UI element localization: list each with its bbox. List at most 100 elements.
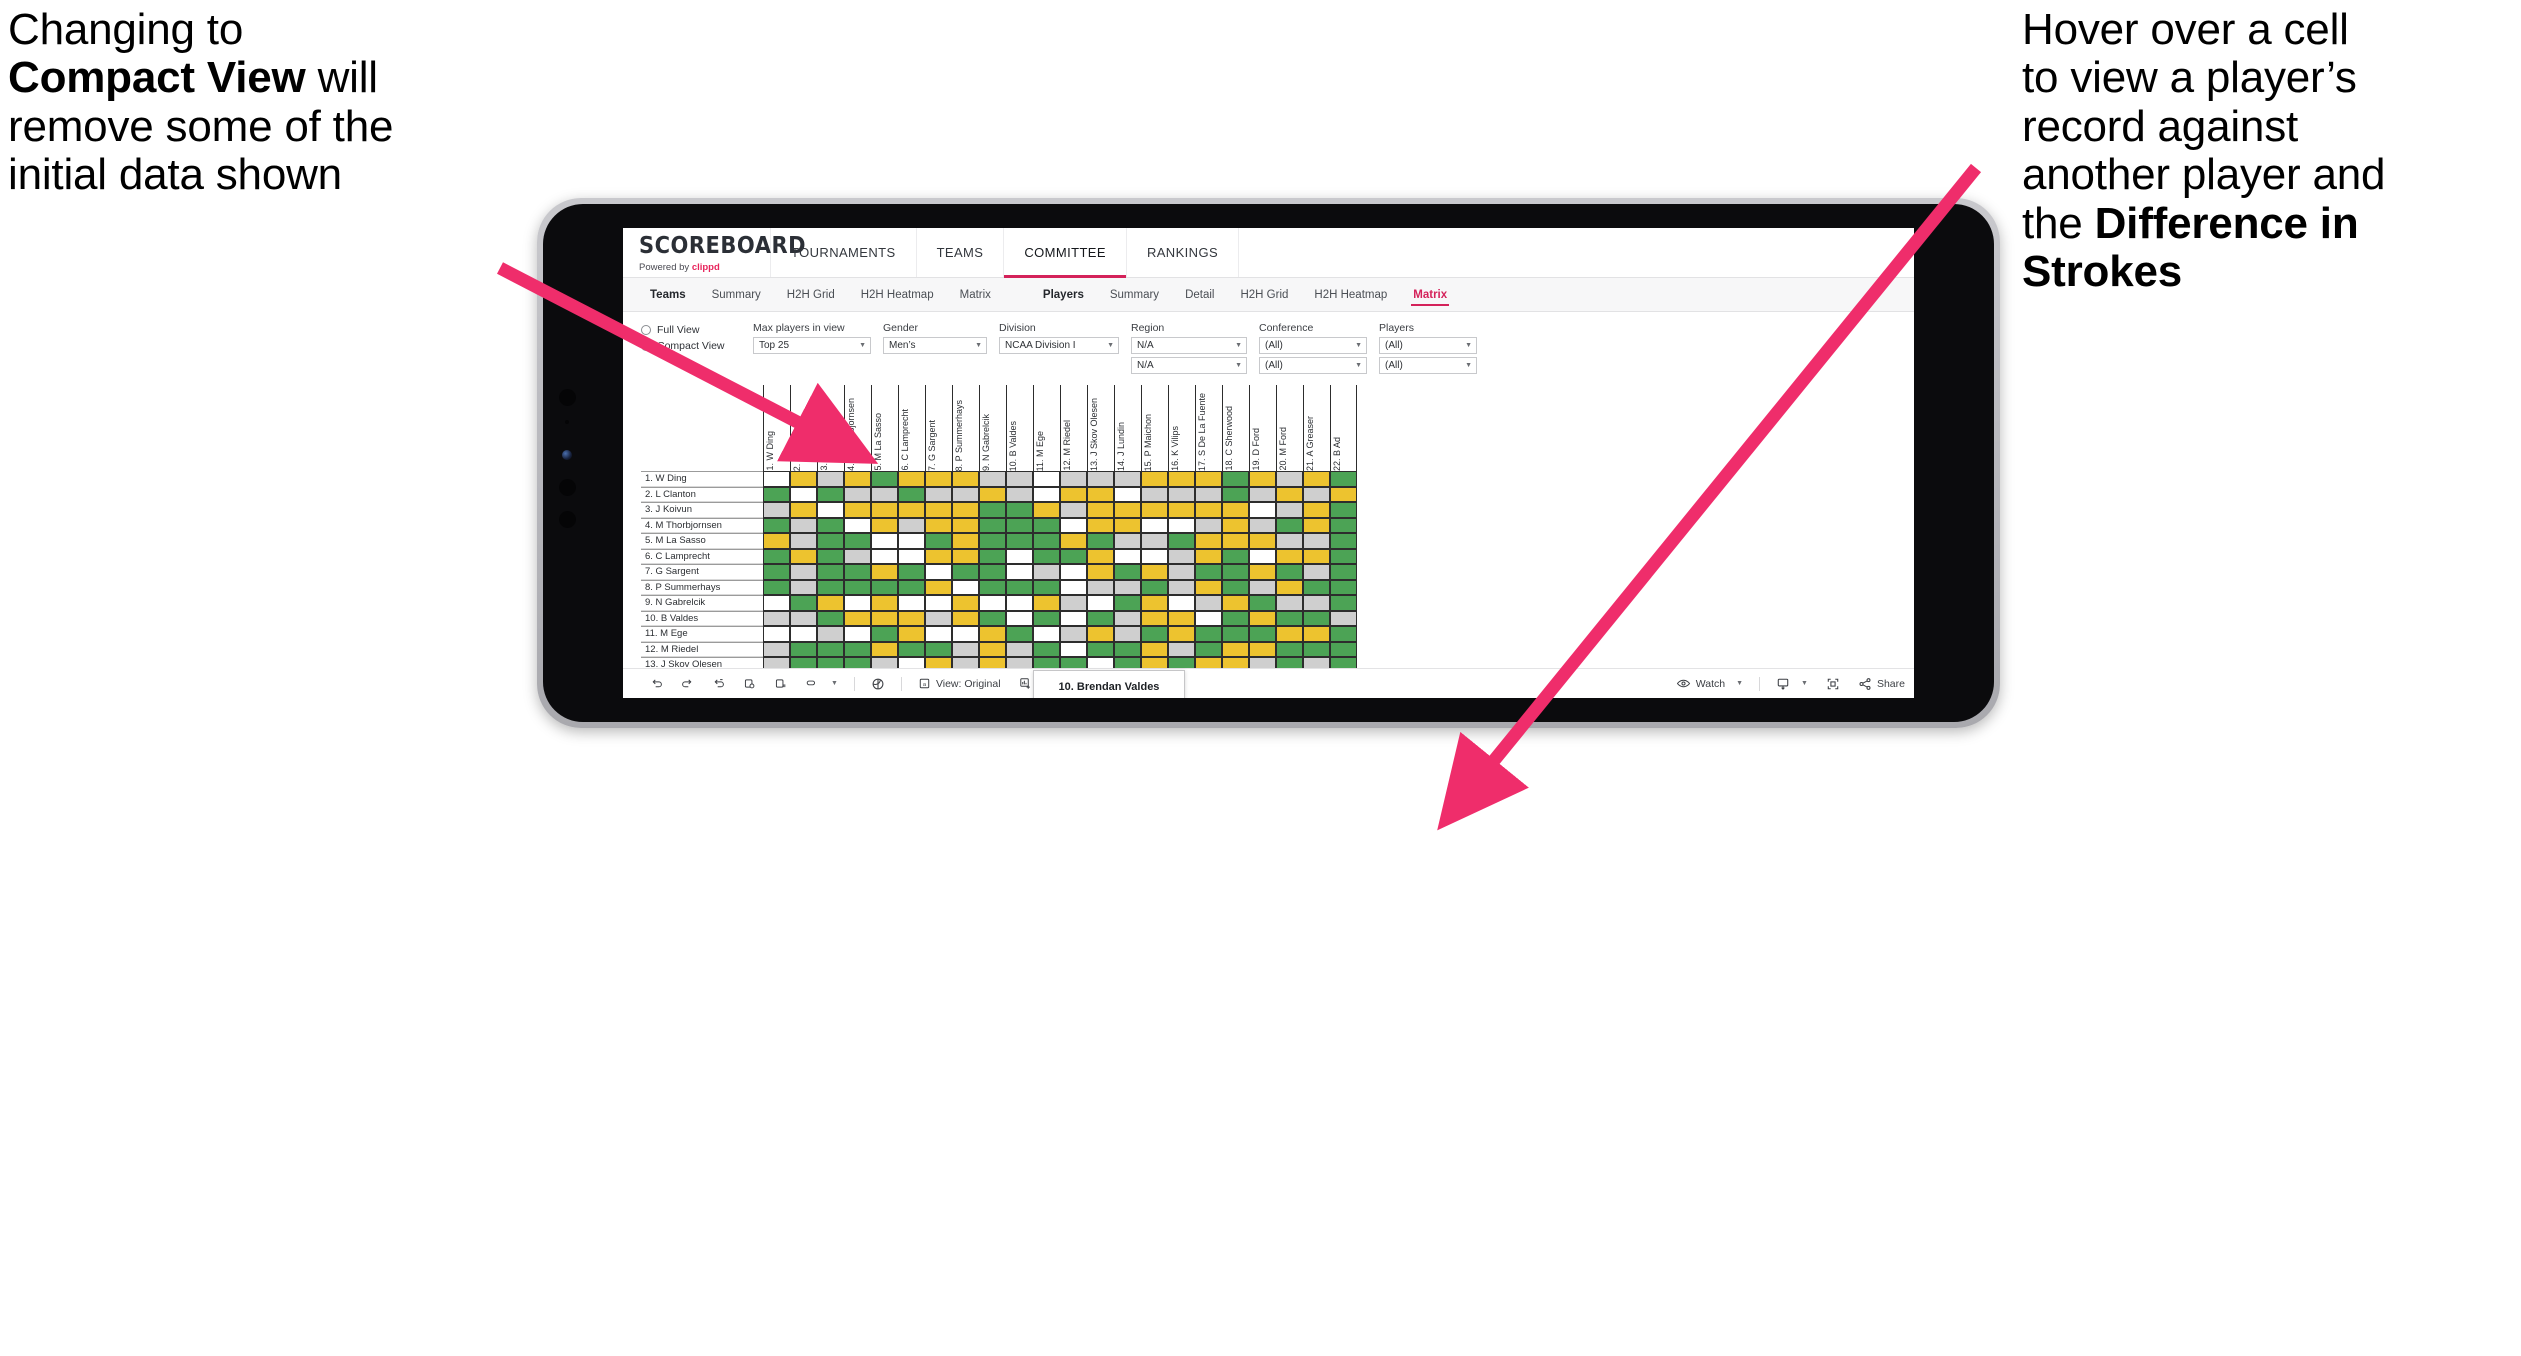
matrix-cell[interactable] [1249,579,1276,595]
matrix-cell[interactable] [871,471,898,487]
matrix-cell[interactable] [1114,486,1141,502]
matrix-cell[interactable] [1168,579,1195,595]
matrix-cell[interactable] [1033,595,1060,611]
matrix-cell[interactable] [1276,626,1303,642]
matrix-cell[interactable] [1006,471,1033,487]
matrix-cell[interactable] [844,502,871,518]
matrix-cell[interactable] [1276,471,1303,487]
subnav-teams-h2h-grid[interactable]: H2H Grid [774,278,848,312]
matrix-cell[interactable] [1276,517,1303,533]
matrix-cell[interactable] [1276,595,1303,611]
matrix-cell[interactable] [898,579,925,595]
matrix-cell[interactable] [1330,517,1357,533]
matrix-cell[interactable] [1249,641,1276,657]
matrix-cell[interactable] [925,517,952,533]
matrix-cell[interactable] [871,548,898,564]
matrix-cell[interactable] [1303,626,1330,642]
matrix-cell[interactable] [844,517,871,533]
matrix-cell[interactable] [790,502,817,518]
matrix-cell[interactable] [1330,471,1357,487]
matrix-cell[interactable] [1114,610,1141,626]
matrix-cell[interactable] [871,626,898,642]
matrix-cell[interactable] [790,564,817,580]
matrix-cell[interactable] [925,548,952,564]
matrix-cell[interactable] [871,502,898,518]
matrix-cell[interactable] [1168,548,1195,564]
matrix-cell[interactable] [1033,641,1060,657]
subnav-teams-matrix[interactable]: Matrix [947,278,1004,312]
matrix-cell[interactable] [763,502,790,518]
subnav-players-h2h-heatmap[interactable]: H2H Heatmap [1301,278,1400,312]
conference-select-secondary[interactable]: (All) ▼ [1259,357,1367,374]
matrix-cell[interactable] [763,610,790,626]
matrix-cell[interactable] [1141,502,1168,518]
matrix-cell[interactable] [1249,502,1276,518]
matrix-cell[interactable] [1168,486,1195,502]
matrix-cell[interactable] [925,533,952,549]
matrix-cell[interactable] [871,486,898,502]
matrix-cell[interactable] [763,533,790,549]
matrix-cell[interactable] [1249,517,1276,533]
matrix-cell[interactable] [871,533,898,549]
matrix-cell[interactable] [1087,641,1114,657]
matrix-cell[interactable] [1033,610,1060,626]
matrix-cell[interactable] [1249,595,1276,611]
matrix-cell[interactable] [1060,548,1087,564]
matrix-cell[interactable] [871,595,898,611]
matrix-cell[interactable] [1033,533,1060,549]
radio-compact-view[interactable]: Compact View [641,340,753,352]
matrix-cell[interactable] [1141,471,1168,487]
matrix-cell[interactable] [1330,548,1357,564]
matrix-cell[interactable] [1087,486,1114,502]
matrix-cell[interactable] [1141,626,1168,642]
matrix-cell[interactable] [952,641,979,657]
matrix-cell[interactable] [1060,564,1087,580]
matrix-cell[interactable] [817,579,844,595]
matrix-cell[interactable] [1330,564,1357,580]
matrix-cell[interactable] [790,626,817,642]
matrix-cell[interactable] [1033,548,1060,564]
matrix-cell[interactable] [1033,579,1060,595]
matrix-cell[interactable] [979,595,1006,611]
matrix-cell[interactable] [763,564,790,580]
matrix-cell[interactable] [1249,471,1276,487]
revert-button[interactable] [703,669,734,699]
matrix-cell[interactable] [1195,610,1222,626]
matrix-cell[interactable] [925,595,952,611]
matrix-cell[interactable] [1168,564,1195,580]
matrix-cell[interactable] [1330,486,1357,502]
matrix-cell[interactable] [1168,517,1195,533]
matrix-cell[interactable] [1303,595,1330,611]
matrix-cell[interactable] [790,471,817,487]
matrix-cell[interactable] [898,517,925,533]
matrix-cell[interactable] [1168,471,1195,487]
matrix-cell[interactable] [1060,641,1087,657]
matrix-cell[interactable] [763,626,790,642]
matrix-cell[interactable] [1222,564,1249,580]
matrix-cell[interactable] [952,486,979,502]
matrix-cell[interactable] [898,502,925,518]
matrix-cell[interactable] [1195,579,1222,595]
matrix-cell[interactable] [1060,533,1087,549]
matrix-cell[interactable] [790,548,817,564]
matrix-cell[interactable] [1303,610,1330,626]
download-button[interactable]: ▼ [1767,669,1817,699]
h2h-matrix[interactable]: 1. W Ding 2. L Clanton 3. J Koivun 4. M Tho… [641,385,1914,698]
matrix-cell[interactable] [790,517,817,533]
matrix-cell[interactable] [817,502,844,518]
matrix-cell[interactable] [1033,564,1060,580]
matrix-cell[interactable] [1330,533,1357,549]
matrix-cell[interactable] [1141,641,1168,657]
division-select[interactable]: NCAA Division I ▼ [999,337,1119,354]
matrix-cell[interactable] [1276,641,1303,657]
matrix-cell[interactable] [763,548,790,564]
matrix-cell[interactable] [871,610,898,626]
undo-button[interactable] [641,669,672,699]
matrix-cell[interactable] [952,626,979,642]
matrix-cell[interactable] [1114,517,1141,533]
matrix-cell[interactable] [1276,610,1303,626]
matrix-cell[interactable] [925,486,952,502]
matrix-cell[interactable] [844,548,871,564]
matrix-cell[interactable] [1060,579,1087,595]
matrix-cell[interactable] [844,486,871,502]
